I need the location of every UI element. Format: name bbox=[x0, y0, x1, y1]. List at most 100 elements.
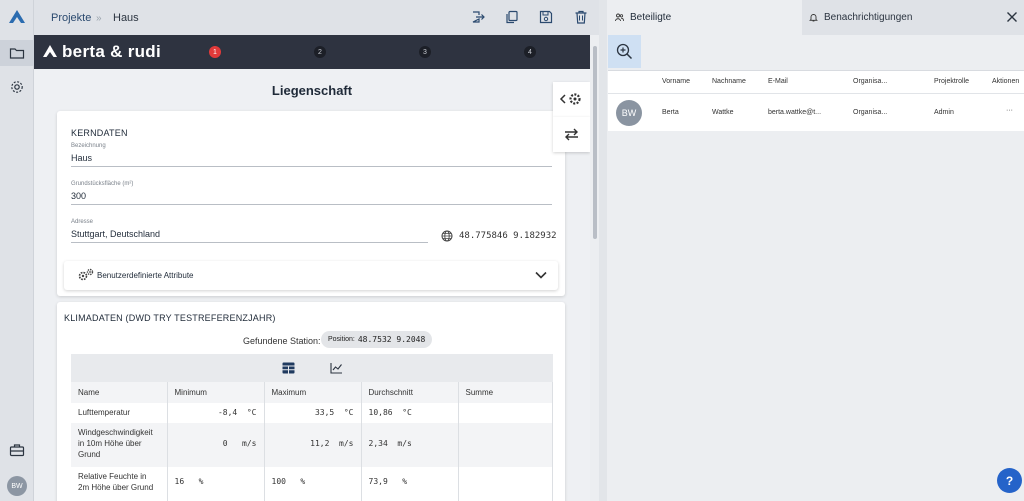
folder-icon[interactable] bbox=[9, 45, 25, 61]
klima-table: Name Minimum Maximum Durchschnitt Summe … bbox=[71, 382, 553, 501]
swap-button[interactable] bbox=[553, 117, 590, 152]
tab-beteiligte-label: Beteiligte bbox=[630, 12, 672, 23]
cell-max: 11,2 m/s bbox=[264, 423, 362, 467]
position-label: Position: bbox=[328, 336, 355, 343]
col-aktionen: Aktionen bbox=[992, 78, 1020, 85]
breadcrumb-projects[interactable]: Projekte bbox=[51, 12, 91, 24]
user-avatar[interactable]: BW bbox=[7, 476, 27, 496]
chevron-left-icon bbox=[559, 94, 566, 104]
adresse-input[interactable]: Stuttgart, Deutschland bbox=[71, 229, 160, 239]
custom-attributes-accordion[interactable]: Benutzerdefinierte Attribute bbox=[64, 261, 558, 290]
tab-benachrichtigungen-label: Benachrichtigungen bbox=[824, 12, 913, 23]
main-content: Liegenschaft KERNDATEN Bezeichnung Haus … bbox=[34, 69, 590, 501]
bezeichnung-label: Bezeichnung bbox=[71, 143, 106, 149]
cell-projektrolle: Admin bbox=[934, 109, 954, 116]
step-3[interactable]: 3 bbox=[419, 46, 431, 58]
kerndaten-heading: KERNDATEN bbox=[71, 128, 128, 138]
right-panel-tabs: Beteiligte Benachrichtigungen bbox=[607, 0, 1024, 35]
save-icon[interactable] bbox=[539, 10, 553, 24]
table-view-toolbar bbox=[71, 354, 553, 382]
brand-mark-icon bbox=[43, 45, 57, 57]
position-value: 48.7532 9.2048 bbox=[357, 335, 426, 344]
page-title: Liegenschaft bbox=[271, 83, 353, 98]
main-scrollbar-thumb[interactable] bbox=[593, 46, 597, 239]
gear-icon[interactable] bbox=[9, 79, 25, 95]
trash-icon[interactable] bbox=[574, 10, 588, 24]
app-logo-icon[interactable] bbox=[7, 8, 27, 28]
cell-avg: 2,34 m/s bbox=[361, 423, 459, 467]
panel-divider[interactable] bbox=[599, 0, 607, 501]
adresse-label: Adresse bbox=[71, 219, 94, 225]
cell-vorname: Berta bbox=[662, 109, 679, 116]
settings-panel-toggle[interactable] bbox=[553, 82, 590, 117]
gear-icon bbox=[569, 93, 581, 105]
cell-email: berta.wattke@t... bbox=[768, 109, 822, 116]
table-row: Relative Feuchte in 2m Höhe über Grund 1… bbox=[71, 467, 553, 501]
col-name[interactable]: Name bbox=[71, 382, 168, 403]
cell-organisation: Organisa... bbox=[853, 109, 888, 116]
cell-name: Windgeschwindigkeit in 10m Höhe über Gru… bbox=[71, 423, 168, 467]
help-button[interactable]: ? bbox=[997, 468, 1022, 493]
cell-sum bbox=[458, 403, 553, 423]
cell-max: 33,5 °C bbox=[264, 403, 362, 423]
col-summe[interactable]: Summe bbox=[458, 382, 553, 403]
gears-icon bbox=[78, 268, 94, 281]
row-actions-menu[interactable]: ··· bbox=[1006, 107, 1013, 114]
top-bar: Projekte » Haus bbox=[34, 0, 599, 35]
cell-min: -8,4 °C bbox=[167, 403, 265, 423]
klimadaten-card: KLIMADATEN (DWD TRY TESTREFERENZJAHR) Ge… bbox=[57, 302, 565, 501]
left-nav: BW bbox=[0, 0, 34, 501]
search-add-icon bbox=[616, 43, 633, 60]
chart-view-icon[interactable] bbox=[330, 362, 343, 374]
klimadaten-heading: KLIMADATEN (DWD TRY TESTREFERENZJAHR) bbox=[64, 313, 276, 323]
col-durchschnitt[interactable]: Durchschnitt bbox=[361, 382, 459, 403]
col-maximum[interactable]: Maximum bbox=[264, 382, 362, 403]
col-minimum[interactable]: Minimum bbox=[167, 382, 265, 403]
flaeche-label: Grundstücksfläche (m²) bbox=[71, 181, 134, 187]
table-header-divider bbox=[608, 93, 1024, 94]
col-projektrolle[interactable]: Projektrolle bbox=[934, 78, 969, 85]
export-icon[interactable] bbox=[471, 10, 485, 24]
brand-name: berta & rudi bbox=[62, 42, 162, 61]
station-label: Gefundene Station: bbox=[243, 336, 321, 346]
add-participant-button[interactable] bbox=[608, 35, 641, 68]
cell-sum bbox=[458, 423, 553, 467]
position-chip[interactable]: Position: 48.7532 9.2048 bbox=[321, 331, 433, 348]
step-1[interactable]: 1 bbox=[209, 46, 221, 58]
table-view-icon[interactable] bbox=[282, 362, 295, 374]
col-email[interactable]: E-Mail bbox=[768, 78, 788, 85]
col-nachname[interactable]: Nachname bbox=[712, 78, 746, 85]
copy-icon[interactable] bbox=[505, 10, 519, 24]
breadcrumb-current: Haus bbox=[113, 12, 139, 24]
close-icon[interactable] bbox=[1006, 11, 1018, 23]
kerndaten-card: KERNDATEN Bezeichnung Haus Grundstücksfl… bbox=[57, 111, 565, 296]
briefcase-icon[interactable] bbox=[9, 442, 25, 458]
adresse-underline bbox=[71, 242, 428, 243]
brand-logo: berta & rudi bbox=[42, 42, 161, 62]
cell-name: Relative Feuchte in 2m Höhe über Grund bbox=[71, 467, 168, 501]
globe-icon[interactable] bbox=[441, 230, 453, 242]
step-2[interactable]: 2 bbox=[314, 46, 326, 58]
cell-max: 100 % bbox=[264, 467, 362, 501]
chevron-down-icon[interactable] bbox=[535, 270, 547, 280]
cell-min: 16 % bbox=[167, 467, 265, 501]
cell-nachname: Wattke bbox=[712, 109, 734, 116]
table-row: Windgeschwindigkeit in 10m Höhe über Gru… bbox=[71, 423, 553, 467]
cell-name: Lufttemperatur bbox=[71, 403, 168, 423]
bell-icon bbox=[809, 14, 818, 22]
cell-avg: 10,86 °C bbox=[361, 403, 459, 423]
swap-arrows-icon bbox=[565, 128, 578, 141]
flaeche-input[interactable]: 300 bbox=[71, 191, 86, 201]
tab-beteiligte[interactable]: Beteiligte bbox=[607, 0, 802, 35]
cell-min: 0 m/s bbox=[167, 423, 265, 467]
flaeche-underline bbox=[71, 204, 552, 205]
step-4[interactable]: 4 bbox=[524, 46, 536, 58]
cell-sum bbox=[458, 467, 553, 501]
participants-table: Vorname Nachname E-Mail Organisa... Proj… bbox=[608, 70, 1024, 131]
col-organisation[interactable]: Organisa... bbox=[853, 78, 887, 85]
col-vorname[interactable]: Vorname bbox=[662, 78, 690, 85]
breadcrumb-separator: » bbox=[96, 13, 102, 24]
tab-benachrichtigungen[interactable]: Benachrichtigungen bbox=[802, 0, 912, 35]
participant-avatar: BW bbox=[616, 100, 642, 126]
bezeichnung-input[interactable]: Haus bbox=[71, 153, 92, 163]
